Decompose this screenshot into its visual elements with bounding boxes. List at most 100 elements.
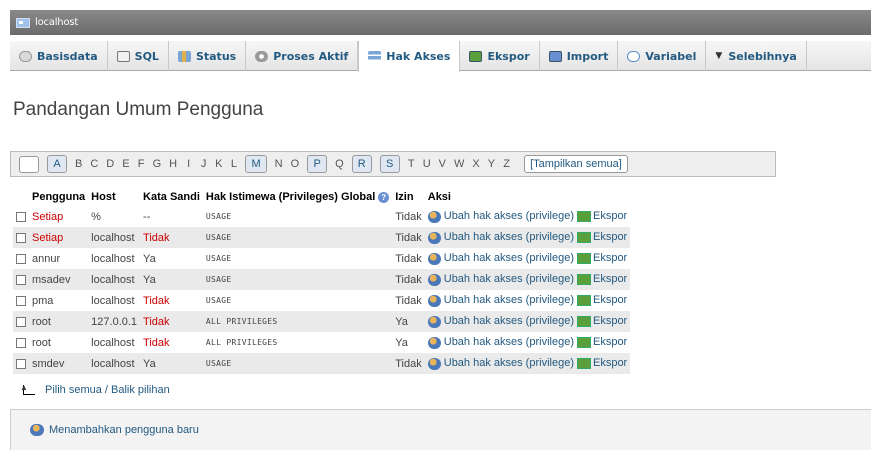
- export-link[interactable]: Ekspor: [593, 273, 627, 285]
- password-cell: Ya: [140, 353, 203, 374]
- select-all-link[interactable]: Pilih semua: [45, 384, 102, 396]
- alpha-letter-i: I: [187, 158, 191, 170]
- table-row: Setiap% -- USAGE Tidak Ubah hak akses (privi…: [13, 206, 631, 227]
- row-checkbox[interactable]: [16, 316, 26, 327]
- table-row: root 127.0.0.1 Tidak ALL PRIVILEGES Ya Ubah h…: [13, 311, 631, 332]
- user-cell: annur: [29, 248, 89, 269]
- table-row: pma localhost Tidak USAGE Tidak Ubah hak akse…: [13, 290, 631, 311]
- export-link[interactable]: Ekspor: [593, 210, 627, 222]
- row-checkbox[interactable]: [16, 211, 26, 222]
- col-password[interactable]: Kata Sandi: [140, 188, 203, 206]
- tab-ekspor[interactable]: Ekspor: [460, 41, 540, 71]
- edit-privileges-link[interactable]: Ubah hak akses (privilege): [444, 210, 574, 222]
- grant-cell: Ya: [392, 332, 425, 353]
- show-all-button[interactable]: [Tampilkan semua]: [524, 155, 628, 173]
- alpha-letter-x: X: [472, 158, 480, 170]
- edit-privileges-icon: [427, 231, 441, 244]
- table-header-row: Pengguna Host Kata Sandi Hak Istimewa (P…: [13, 188, 630, 206]
- alpha-letter-b: B: [75, 158, 83, 170]
- action-cell: Ubah hak akses (privilege) Ekspor: [424, 353, 631, 374]
- edit-privileges-link[interactable]: Ubah hak akses (privilege): [444, 252, 574, 264]
- alpha-letter-k: K: [215, 158, 223, 170]
- export-icon: [576, 232, 591, 244]
- help-icon[interactable]: ?: [378, 191, 390, 203]
- row-checkbox[interactable]: [16, 232, 26, 243]
- row-checkbox-cell: [13, 311, 29, 332]
- edit-privileges-icon: [427, 336, 441, 349]
- main-tabs: Basisdata SQL Status Proses Aktif Hak Akses E…: [10, 41, 871, 72]
- alpha-letter-s[interactable]: S: [379, 155, 400, 173]
- row-checkbox[interactable]: [16, 337, 26, 348]
- row-checkbox[interactable]: [16, 253, 26, 264]
- alpha-letter-r[interactable]: R: [351, 155, 372, 173]
- status-icon: [177, 50, 191, 62]
- edit-privileges-icon: [427, 315, 441, 328]
- tab-status[interactable]: Status: [169, 41, 247, 71]
- alpha-letter-h: H: [169, 158, 178, 170]
- edit-privileges-icon: [427, 273, 441, 286]
- export-icon: [469, 50, 483, 62]
- edit-privileges-link[interactable]: Ubah hak akses (privilege): [444, 294, 574, 306]
- export-link[interactable]: Ekspor: [593, 315, 627, 327]
- alpha-letter-a[interactable]: A: [47, 155, 67, 173]
- chevron-down-icon: ▼: [715, 51, 723, 61]
- privileges-cell: ALL PRIVILEGES: [202, 332, 393, 353]
- edit-privileges-link[interactable]: Ubah hak akses (privilege): [444, 357, 574, 369]
- tab-sql[interactable]: SQL: [108, 41, 169, 71]
- export-icon: [576, 337, 591, 349]
- tab-hak-akses[interactable]: Hak Akses: [358, 41, 461, 72]
- row-checkbox-cell: [13, 332, 29, 353]
- password-cell: Tidak: [140, 332, 203, 353]
- edit-privileges-link[interactable]: Ubah hak akses (privilege): [444, 336, 574, 348]
- alpha-letter-e: E: [122, 158, 130, 170]
- tab-variabel[interactable]: Variabel: [618, 41, 707, 71]
- export-link[interactable]: Ekspor: [593, 231, 627, 243]
- col-action: Aksi: [427, 191, 451, 203]
- export-link[interactable]: Ekspor: [593, 252, 627, 264]
- window-title-bar: localhost: [10, 10, 871, 35]
- privileges-cell: ALL PRIVILEGES: [202, 311, 393, 332]
- privileges-cell: USAGE: [202, 227, 393, 248]
- alpha-empty-button[interactable]: [19, 155, 39, 173]
- row-checkbox[interactable]: [16, 295, 26, 306]
- export-icon: [576, 316, 591, 328]
- edit-privileges-link[interactable]: Ubah hak akses (privilege): [444, 315, 574, 327]
- row-checkbox[interactable]: [16, 274, 26, 285]
- col-user[interactable]: Pengguna: [29, 188, 88, 206]
- grant-cell: Tidak: [392, 227, 425, 248]
- table-row: msadev localhost Ya USAGE Tidak Ubah hak akse…: [13, 269, 631, 290]
- col-host[interactable]: Host: [88, 188, 140, 206]
- selection-separator: /: [101, 384, 112, 396]
- host-cell: localhost: [88, 332, 141, 353]
- export-icon: [576, 274, 591, 286]
- alpha-letter-p[interactable]: P: [307, 155, 328, 173]
- tab-label: Selebihnya: [728, 49, 797, 63]
- user-cell: root: [29, 311, 89, 332]
- export-link[interactable]: Ekspor: [593, 357, 627, 369]
- alpha-letter-d: D: [106, 158, 115, 170]
- row-checkbox[interactable]: [16, 358, 26, 369]
- tab-selebihnya[interactable]: ▼ Selebihnya: [706, 41, 807, 71]
- edit-privileges-link[interactable]: Ubah hak akses (privilege): [444, 231, 574, 243]
- alpha-letter-t: T: [407, 158, 415, 170]
- user-cell: root: [29, 332, 89, 353]
- export-icon: [576, 295, 591, 307]
- password-cell: --: [140, 206, 203, 227]
- edit-privileges-icon: [427, 252, 441, 265]
- tab-proses-aktif[interactable]: Proses Aktif: [246, 41, 359, 71]
- edit-privileges-link[interactable]: Ubah hak akses (privilege): [444, 273, 574, 285]
- add-user-link[interactable]: Menambahkan pengguna baru: [49, 424, 199, 436]
- action-cell: Ubah hak akses (privilege) Ekspor: [424, 290, 631, 311]
- export-link[interactable]: Ekspor: [593, 336, 627, 348]
- host-cell: %: [88, 206, 141, 227]
- col-checkbox: [13, 188, 29, 206]
- tab-label: Hak Akses: [386, 50, 451, 63]
- alpha-letter-u: U: [422, 158, 431, 170]
- tab-import[interactable]: Import: [540, 41, 619, 71]
- privileges-cell: USAGE: [202, 269, 393, 290]
- tab-basisdata[interactable]: Basisdata: [10, 41, 108, 71]
- invert-selection-link[interactable]: Balik pilihan: [111, 384, 170, 396]
- export-link[interactable]: Ekspor: [593, 294, 627, 306]
- alpha-letter-m[interactable]: M: [245, 155, 267, 173]
- col-grant: Izin: [395, 191, 414, 203]
